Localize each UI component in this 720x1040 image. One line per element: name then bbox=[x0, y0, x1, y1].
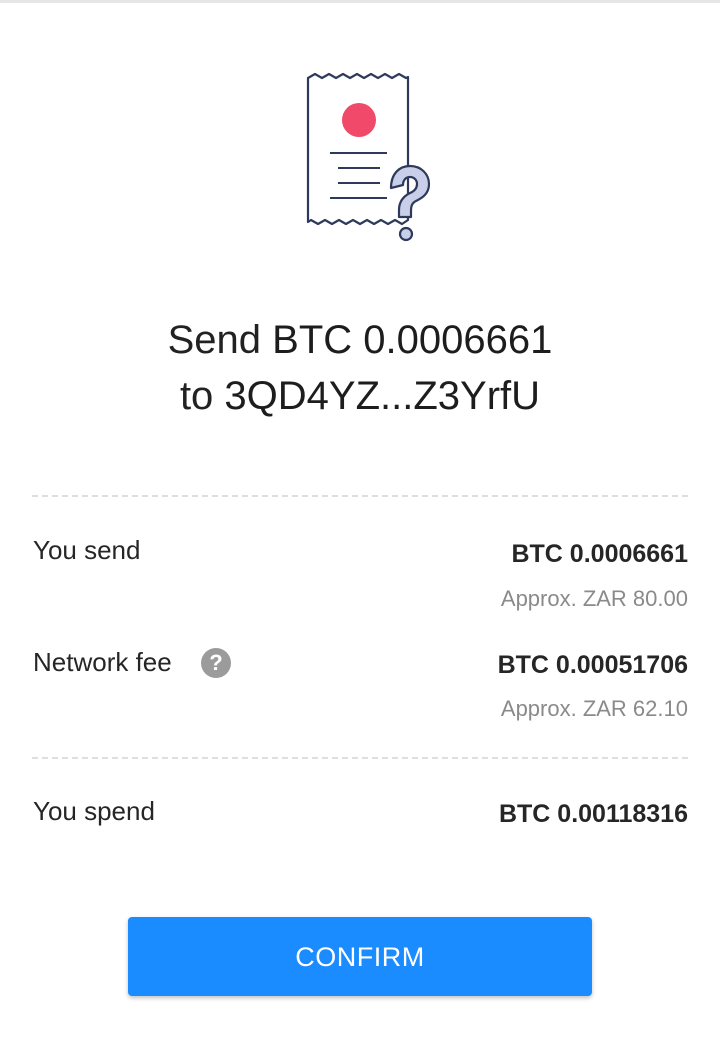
dashed-divider-bottom bbox=[32, 757, 688, 759]
send-word: Send bbox=[167, 318, 262, 362]
you-send-value: BTC 0.0006661 bbox=[511, 540, 688, 568]
to-word: to bbox=[179, 374, 214, 418]
send-confirmation-screen: Send BTC 0.0006661 to 3QD4YZ...Z3YrfU Yo… bbox=[0, 0, 720, 1040]
send-amount-line: Send BTC 0.0006661 bbox=[0, 312, 720, 368]
network-fee-label: Network fee bbox=[33, 647, 172, 677]
send-amount: BTC 0.0006661 bbox=[272, 318, 553, 362]
confirm-button[interactable]: CONFIRM bbox=[128, 917, 592, 996]
help-circle-icon[interactable]: ? bbox=[201, 648, 231, 678]
recipient-line: to 3QD4YZ...Z3YrfU bbox=[0, 368, 720, 424]
network-fee-approx: Approx. ZAR 62.10 bbox=[500, 696, 688, 721]
you-spend-label: You spend bbox=[33, 796, 155, 826]
receipt-question-icon bbox=[306, 72, 431, 242]
you-send-approx: Approx. ZAR 80.00 bbox=[500, 586, 688, 611]
top-divider bbox=[0, 0, 720, 3]
network-fee-value: BTC 0.00051706 bbox=[497, 651, 688, 679]
recipient-address: 3QD4YZ...Z3YrfU bbox=[224, 374, 541, 418]
send-summary-title: Send BTC 0.0006661 to 3QD4YZ...Z3YrfU bbox=[0, 312, 720, 424]
you-spend-value: BTC 0.00118316 bbox=[498, 800, 688, 828]
dashed-divider-top bbox=[32, 495, 688, 497]
you-send-label: You send bbox=[33, 535, 141, 565]
